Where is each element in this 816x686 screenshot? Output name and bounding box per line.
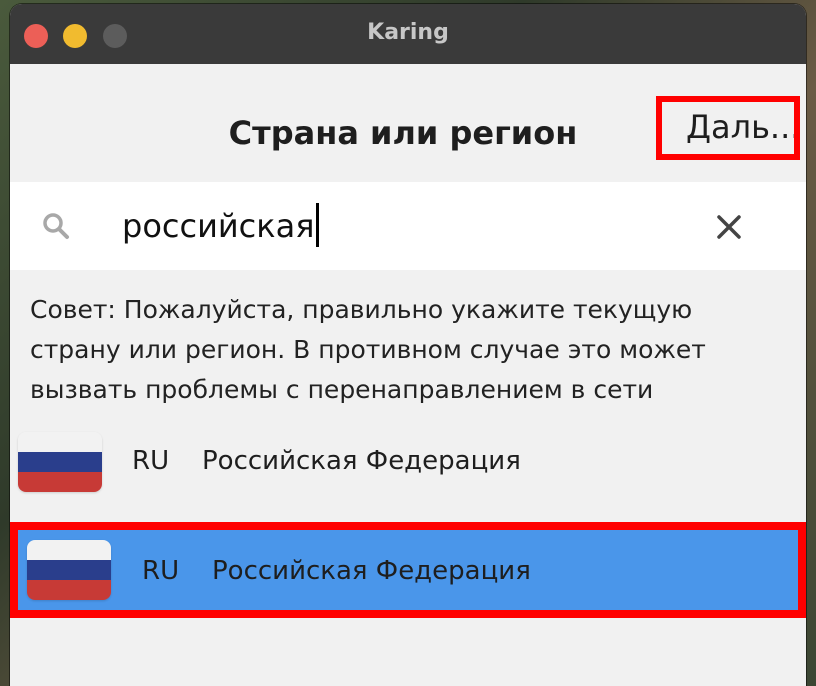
window-title: Karing [367, 20, 449, 45]
search-input-value: российская [122, 207, 315, 245]
search-input[interactable]: российская [122, 198, 320, 254]
country-list-item[interactable]: RU Российская Федерация [10, 416, 806, 504]
next-button[interactable]: Даль... [656, 96, 800, 160]
country-name: Российская Федерация [202, 446, 521, 476]
country-name: Российская Федерация [212, 556, 531, 586]
russia-flag-icon [27, 540, 111, 600]
app-window: Karing Страна или регион Даль... российс… [10, 4, 806, 686]
russia-flag-icon [18, 432, 102, 492]
search-icon [43, 213, 69, 239]
country-code: RU [142, 556, 180, 586]
country-code: RU [132, 446, 170, 476]
search-bar: российская [10, 182, 806, 270]
text-caret [316, 203, 320, 247]
page-header: Страна или регион Даль... [10, 64, 806, 182]
title-bar: Karing [10, 4, 806, 64]
hint-text: Совет: Пожалуйста, правильно укажите тек… [30, 295, 706, 404]
close-icon[interactable] [714, 212, 744, 242]
country-list-item-selected[interactable]: RU Российская Федерация [10, 522, 806, 618]
